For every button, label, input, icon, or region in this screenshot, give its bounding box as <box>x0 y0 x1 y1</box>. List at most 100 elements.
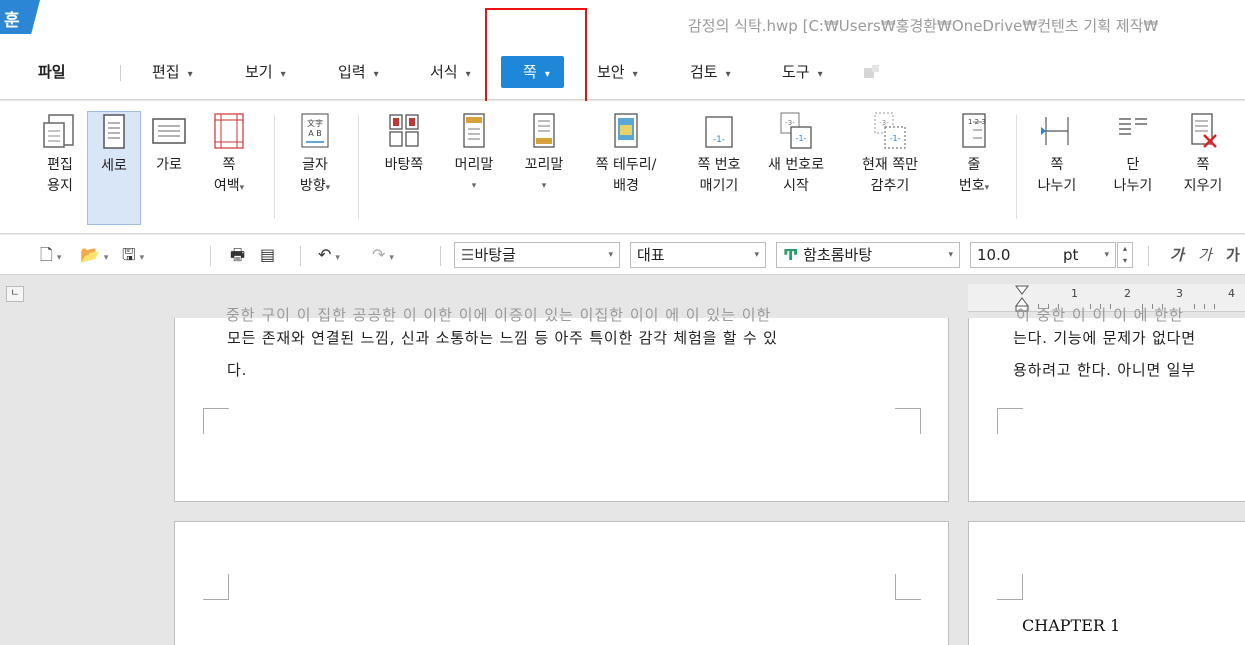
menu-file[interactable]: 파일 <box>38 56 66 88</box>
language-select[interactable]: 대표 ▾ <box>630 242 766 268</box>
chevron-down-icon: ▾ <box>948 250 953 260</box>
new-number-button[interactable]: -3- -1- 새 번호로 시작 <box>760 111 832 225</box>
hwp-window: 훈 감정의 식탁.hwp [C:₩Users₩홍경환₩OneDrive₩컨텐츠 … <box>0 0 1245 645</box>
chevron-down-icon: ▾ <box>632 69 638 80</box>
new-number-icon: -3--1- <box>780 112 812 149</box>
portrait-label: 세로 <box>101 158 127 174</box>
portrait-button[interactable]: 세로 <box>87 111 141 225</box>
chevron-down-icon: ▾ <box>373 69 379 80</box>
ribbon-divider <box>358 115 359 219</box>
menu-view-label: 보기 <box>245 63 273 81</box>
text-direction-glyph-bottom: A B <box>308 129 322 138</box>
edit-paper-button[interactable]: 편집 용지 <box>36 111 84 225</box>
chevron-down-icon: ▾ <box>1104 250 1109 260</box>
page-border-label-2: 배경 <box>613 178 639 194</box>
column-break-button[interactable]: 단 나누기 <box>1104 111 1162 225</box>
print-icon[interactable]: 🖶 <box>230 243 245 267</box>
preview-icon[interactable]: ▤ <box>260 243 275 267</box>
page-break-button[interactable]: 쪽 나누기 <box>1028 111 1086 225</box>
ruler-mark-3: 3 <box>1176 287 1183 300</box>
hide-page-button[interactable]: -3- -1- 현재 쪽만 감추기 <box>850 111 930 225</box>
document-page-left-top[interactable]: 모든 존재와 연결된 느낌, 신과 소통하는 느낌 등 아주 특이한 감각 체험… <box>174 318 949 502</box>
chevron-down-icon: ▾ <box>139 253 145 263</box>
new-document-icon[interactable]: 🗋 ▾ <box>40 243 61 267</box>
page-number-icon: -1- <box>705 116 733 148</box>
page-number-glyph: -1- <box>713 135 725 145</box>
hide-page-icon: -3--1- <box>874 112 906 149</box>
text-direction-icon: 文字A B <box>301 113 329 148</box>
menu-format[interactable]: 서식 ▾ <box>430 56 471 88</box>
footer-button[interactable]: 꼬리말 ▾ <box>514 111 574 225</box>
chevron-down-icon: ▾ <box>544 69 550 80</box>
text-direction-button[interactable]: 文字 A B 글자 방향▾ <box>288 111 342 225</box>
delete-page-label: 쪽 <box>1196 157 1210 173</box>
master-page-button[interactable]: 바탕쪽 <box>374 111 434 225</box>
document-page-left-bottom[interactable] <box>174 521 949 645</box>
page-text-line: 는다. 기능에 문제가 없다면 <box>1013 329 1196 347</box>
delete-page-button[interactable]: 쪽 지우기 <box>1174 111 1232 225</box>
text-direction-label: 글자 <box>302 157 328 173</box>
save-icon[interactable]: 🖫 ▾ <box>122 243 144 267</box>
menu-page[interactable]: 쪽 ▾ <box>501 56 564 88</box>
addon-puzzle-icon[interactable] <box>862 63 882 81</box>
italic-button[interactable]: 가 <box>1198 243 1212 267</box>
page-border-label: 쪽 테두리/ <box>595 157 657 173</box>
document-work-area[interactable]: ㄴ 1 2 3 4 모든 존재와 연결된 느낌, 신과 소통하는 느낌 등 아주… <box>0 276 1245 645</box>
page-number-label: 쪽 번호 <box>697 157 741 173</box>
menu-review[interactable]: 검토 ▾ <box>690 56 731 88</box>
page-text-line: 다. <box>227 361 248 379</box>
chapter-heading: CHAPTER 1 <box>1022 616 1121 635</box>
document-page-right-top[interactable]: 는다. 기능에 문제가 없다면 용하려고 한다. 아니면 일부 <box>968 318 1245 502</box>
hancom-logo-icon[interactable]: 훈 <box>0 0 40 34</box>
style-select-value: 바탕글 <box>474 246 516 264</box>
page-number-button[interactable]: -1- 쪽 번호 매기기 <box>688 111 750 225</box>
page-border-button[interactable]: 쪽 테두리/ 배경 <box>584 111 668 225</box>
toolbar-divider <box>210 246 211 266</box>
header-label: 머리말 <box>454 157 494 173</box>
menu-insert[interactable]: 입력 ▾ <box>338 56 379 88</box>
chevron-down-icon: ▾ <box>389 253 394 263</box>
page-margin-button[interactable]: 쪽 여백▾ <box>200 111 258 225</box>
font-size-input[interactable]: 10.0 pt ▾ <box>970 242 1116 268</box>
new-number-glyph-bottom: -1- <box>796 134 807 143</box>
ruler-tick <box>1204 304 1205 309</box>
line-number-button[interactable]: 1 2 3 줄 번호▾ <box>948 111 1000 225</box>
edit-paper-icon <box>43 114 74 148</box>
window-title: 감정의 식탁.hwp [C:₩Users₩홍경환₩OneDrive₩컨텐츠 기획… <box>688 17 1159 35</box>
header-button[interactable]: 머리말 ▾ <box>444 111 504 225</box>
tab-type-selector[interactable]: ㄴ <box>6 286 24 302</box>
toolbar-divider <box>440 246 441 266</box>
chevron-down-icon: ▾ <box>541 181 547 191</box>
menu-view[interactable]: 보기 ▾ <box>245 56 286 88</box>
chevron-down-icon: ▾ <box>608 250 613 260</box>
undo-icon[interactable]: ↶ ▾ <box>318 243 340 267</box>
margin-corner-mark <box>895 408 921 434</box>
menu-edit[interactable]: 편집 ▾ <box>152 56 193 88</box>
menu-tools[interactable]: 도구 ▾ <box>782 56 823 88</box>
menu-security[interactable]: 보안 ▾ <box>597 56 638 88</box>
open-folder-icon[interactable]: 📂 ▾ <box>80 243 108 267</box>
partial-text-line: 중한 구이 이 집한 공공한 이 이한 이에 이증이 있는 이집한 이이 에 이… <box>226 306 772 324</box>
page-margin-icon <box>214 113 244 149</box>
hide-page-glyph-top: -3- <box>879 119 889 127</box>
redo-icon[interactable]: ↷ ▾ <box>372 243 394 267</box>
master-page-icon <box>389 114 419 147</box>
document-page-right-bottom[interactable]: CHAPTER 1 <box>968 521 1245 645</box>
text-direction-label-2-text: 방향 <box>299 178 326 194</box>
font-size-stepper[interactable]: ▴ ▾ <box>1117 242 1133 268</box>
footer-icon <box>533 113 555 148</box>
underline-button[interactable]: 가 <box>1226 243 1240 267</box>
line-number-icon: 1 2 3 <box>962 113 986 148</box>
font-select[interactable]: Ͳ 함초롬바탕 ▾ <box>776 242 960 268</box>
landscape-button[interactable]: 가로 <box>145 111 193 225</box>
toolbar-divider <box>300 246 301 266</box>
style-select[interactable]: ☰바탕글 ▾ <box>454 242 620 268</box>
page-break-label: 쪽 <box>1050 157 1064 173</box>
menu-divider <box>120 65 121 81</box>
bold-button[interactable]: 가 <box>1170 243 1184 267</box>
page-break-label-2: 나누기 <box>1037 178 1077 194</box>
line-number-label-2-text: 번호 <box>958 178 985 194</box>
margin-corner-mark <box>997 408 1023 434</box>
chevron-down-icon: ▾ <box>754 250 759 260</box>
chevron-down-icon: ▾ <box>817 69 823 80</box>
